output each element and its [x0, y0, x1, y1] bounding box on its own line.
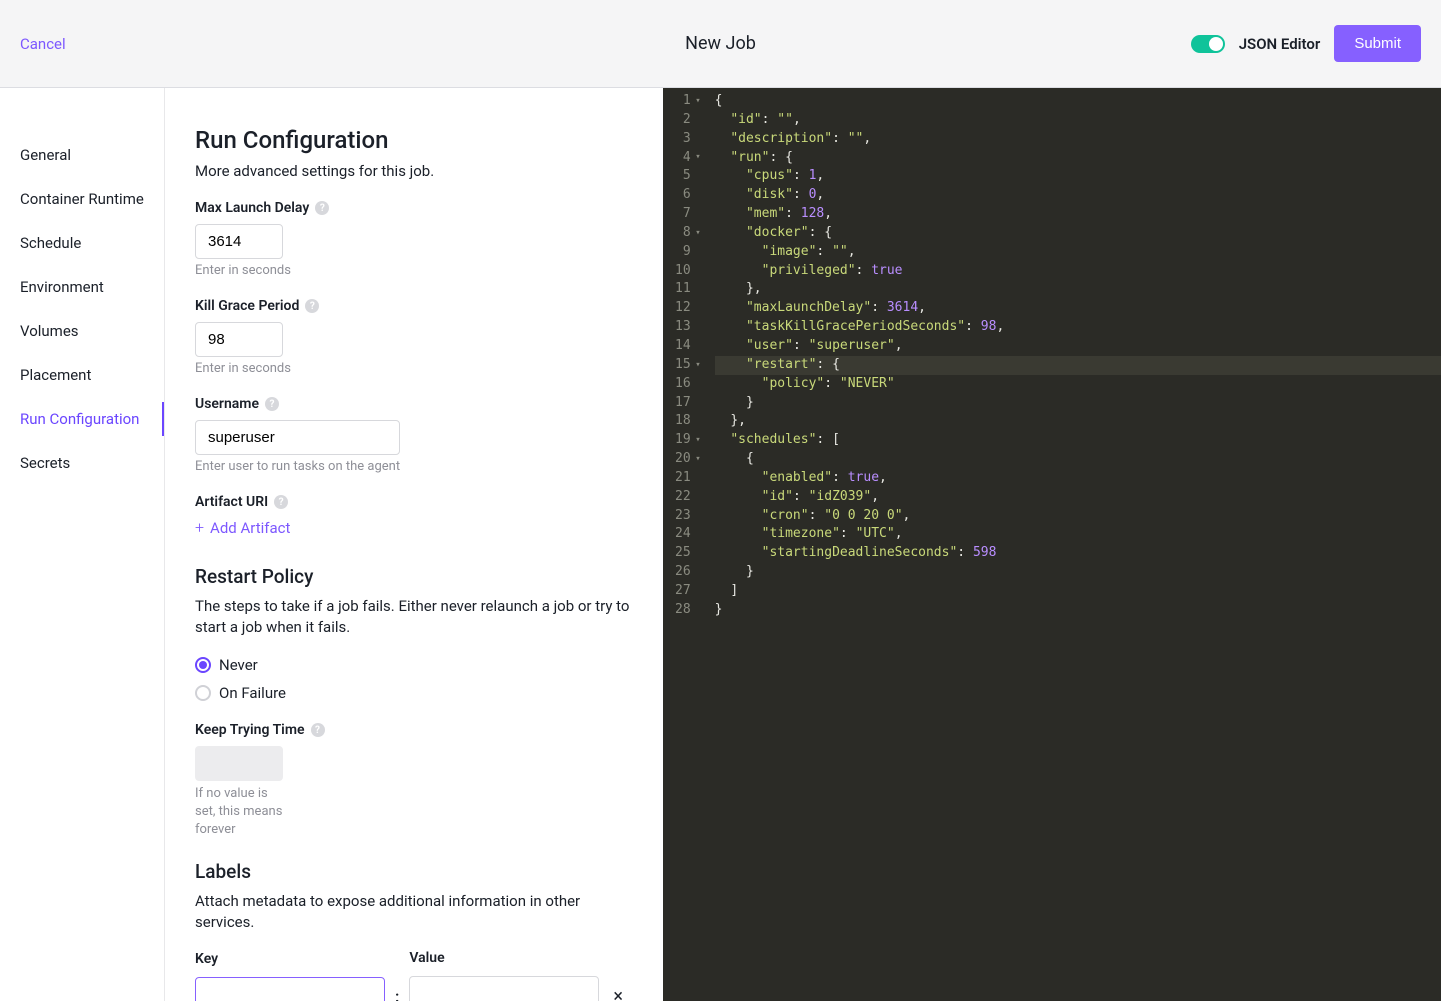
username-label: Username ?: [195, 396, 633, 412]
sidebar-item-run-configuration[interactable]: Run Configuration: [0, 402, 164, 436]
help-icon[interactable]: ?: [315, 201, 329, 215]
sidebar-item-general[interactable]: General: [0, 138, 164, 172]
form-panel: Run Configuration More advanced settings…: [165, 88, 663, 1001]
help-icon[interactable]: ?: [265, 397, 279, 411]
help-icon[interactable]: ?: [305, 299, 319, 313]
kill-grace-period-hint: Enter in seconds: [195, 361, 633, 376]
sidebar-item-environment[interactable]: Environment: [0, 270, 164, 304]
header: Cancel New Job JSON Editor Submit: [0, 0, 1441, 88]
label-value-input[interactable]: [409, 976, 599, 1001]
keep-trying-time-label: Keep Trying Time ?: [195, 722, 633, 738]
colon: :: [395, 987, 399, 1001]
label-key-input[interactable]: [195, 977, 385, 1001]
restart-policy-desc: The steps to take if a job fails. Either…: [195, 596, 633, 638]
max-launch-delay-hint: Enter in seconds: [195, 263, 633, 278]
json-editor-panel[interactable]: 1▾ 2 3 4▾ 5 6 7 8▾ 9 10 11 12 13 14 15▾ …: [663, 88, 1441, 1001]
submit-button[interactable]: Submit: [1334, 25, 1421, 62]
max-launch-delay-label: Max Launch Delay ?: [195, 200, 633, 216]
keep-trying-time-input[interactable]: [195, 746, 283, 781]
help-icon[interactable]: ?: [274, 495, 288, 509]
form-subtitle: More advanced settings for this job.: [195, 162, 633, 180]
remove-label-button[interactable]: ×: [609, 986, 627, 1001]
code-area[interactable]: { "id": "", "description": "", "run": { …: [709, 88, 1441, 1001]
help-icon[interactable]: ?: [311, 723, 325, 737]
keep-trying-time-hint: If no value is set, this means forever: [195, 785, 285, 840]
max-launch-delay-input[interactable]: [195, 224, 283, 259]
kill-grace-period-label: Kill Grace Period ?: [195, 298, 633, 314]
restart-never-radio[interactable]: [195, 657, 211, 673]
restart-on-failure-radio[interactable]: [195, 685, 211, 701]
labels-value-header: Value: [409, 950, 599, 966]
plus-icon: +: [195, 518, 204, 537]
json-editor-label: JSON Editor: [1239, 35, 1321, 53]
sidebar-item-volumes[interactable]: Volumes: [0, 314, 164, 348]
sidebar-item-schedule[interactable]: Schedule: [0, 226, 164, 260]
restart-policy-title: Restart Policy: [195, 565, 633, 588]
kill-grace-period-input[interactable]: [195, 322, 283, 357]
add-artifact-button[interactable]: + Add Artifact: [195, 518, 633, 537]
restart-on-failure-label: On Failure: [219, 684, 286, 702]
sidebar: General Container Runtime Schedule Envir…: [0, 88, 165, 1001]
username-input[interactable]: [195, 420, 400, 455]
form-title: Run Configuration: [195, 126, 633, 154]
json-editor-toggle[interactable]: [1191, 35, 1225, 53]
labels-title: Labels: [195, 860, 633, 883]
sidebar-item-secrets[interactable]: Secrets: [0, 446, 164, 480]
labels-key-header: Key: [195, 951, 218, 967]
username-hint: Enter user to run tasks on the agent: [195, 459, 633, 474]
sidebar-item-placement[interactable]: Placement: [0, 358, 164, 392]
restart-never-label: Never: [219, 656, 258, 674]
labels-desc: Attach metadata to expose additional inf…: [195, 891, 633, 933]
page-title: New Job: [487, 33, 954, 54]
cancel-button[interactable]: Cancel: [20, 35, 66, 53]
artifact-uri-label: Artifact URI ?: [195, 494, 633, 510]
sidebar-item-container-runtime[interactable]: Container Runtime: [0, 182, 164, 216]
gutter: 1▾ 2 3 4▾ 5 6 7 8▾ 9 10 11 12 13 14 15▾ …: [663, 88, 709, 1001]
